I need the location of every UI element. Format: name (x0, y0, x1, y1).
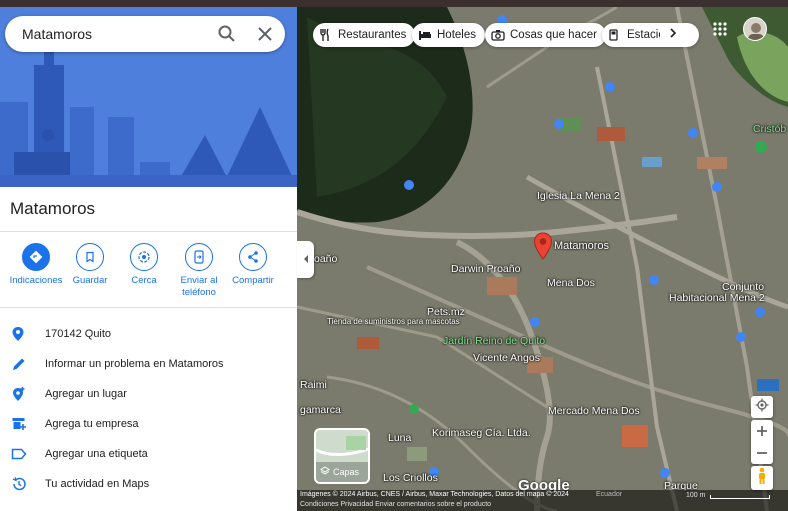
add-place-row[interactable]: Agregar un lugar (0, 379, 297, 409)
history-icon (0, 475, 40, 493)
collapse-panel-button[interactable] (297, 241, 314, 278)
label-icon (0, 445, 40, 463)
search-query[interactable]: Matamoros (22, 26, 92, 42)
gas-station-icon (608, 28, 622, 42)
pencil-icon (0, 355, 40, 373)
layers-label-wrap: Capas (320, 466, 359, 478)
chip-restaurants[interactable]: Restaurantes (313, 23, 416, 47)
place-side-panel: Matamoros Matamoros Indicaciones Guardar (0, 7, 297, 511)
street-view-pegman[interactable] (751, 466, 773, 490)
add-label-text: Agregar una etiqueta (45, 448, 148, 460)
map-label-gamarca: gamarca (300, 404, 341, 416)
my-location-button[interactable] (751, 396, 773, 418)
map-label-cristobal: Cristób (753, 123, 787, 135)
map-label-conjunto: Conjunto (722, 281, 765, 293)
map-country: Ecuador (596, 491, 623, 498)
camera-icon (491, 28, 505, 42)
map-label-vicente: Vicente Angos (473, 352, 540, 364)
chip-restaurants-label: Restaurantes (338, 29, 407, 41)
chevron-right-icon (669, 26, 677, 44)
directions-button[interactable]: Indicaciones (6, 243, 66, 287)
avatar[interactable] (743, 17, 767, 41)
zoom-in-button[interactable] (756, 420, 768, 442)
maps-activity-row[interactable]: Tu actividad en Maps (0, 469, 297, 499)
chip-things-to-do[interactable]: Cosas que hacer (485, 23, 606, 47)
map-label-oano: oaño (314, 253, 338, 265)
place-title: Matamoros (10, 199, 96, 218)
layers-toggle[interactable]: Capas (314, 428, 370, 484)
save-label: Guardar (72, 275, 108, 286)
chip-hotels[interactable]: Hoteles (412, 23, 485, 47)
directions-icon (22, 243, 50, 271)
hotel-icon (418, 28, 432, 42)
map-attribution: Imágenes © 2024 Airbus, CNES / Airbus, M… (300, 491, 569, 498)
send-to-phone-icon (185, 243, 213, 271)
address-row[interactable]: 170142 Quito (0, 319, 297, 349)
close-icon[interactable] (255, 24, 275, 44)
search-icon[interactable] (217, 24, 237, 44)
save-button[interactable]: Guardar (60, 243, 120, 287)
map-footer: Imágenes © 2024 Airbus, CNES / Airbus, M… (297, 490, 788, 511)
chevron-left-icon (303, 251, 309, 269)
map-label-raimi: Raimi (300, 379, 327, 391)
map-label-mena-dos: Mena Dos (547, 277, 595, 289)
place-hero-illustration: Matamoros (0, 7, 297, 187)
add-place-text: Agregar un lugar (45, 388, 127, 400)
add-place-icon (0, 385, 40, 403)
nearby-icon (130, 243, 158, 271)
map-label-tienda: Tienda de suministros para mascotas (327, 317, 460, 326)
send-to-phone-label: Enviar al teléfono (180, 275, 218, 298)
map-label-criollos: Los Criollos (383, 472, 438, 484)
report-problem-row[interactable]: Informar un problema en Matamoros (0, 349, 297, 379)
share-label: Compartir (232, 275, 274, 286)
add-label-row[interactable]: Agregar una etiqueta (0, 439, 297, 469)
nearby-button[interactable]: Cerca (114, 243, 174, 287)
my-location-icon (755, 398, 769, 417)
place-info-list: 170142 Quito Informar un problema en Mat… (0, 319, 297, 499)
search-box[interactable]: Matamoros (5, 16, 285, 52)
pegman-icon (756, 467, 768, 490)
maps-activity-text: Tu actividad en Maps (45, 478, 150, 490)
place-actions: Indicaciones Guardar Cerca Enviar al tel… (0, 243, 297, 307)
map-label-darwin: Darwin Proaño (451, 263, 521, 275)
send-to-phone-button[interactable]: Enviar al teléfono (169, 243, 229, 299)
map-footer-links[interactable]: Condiciones Privacidad Enviar comentario… (300, 501, 491, 508)
address-text: 170142 Quito (45, 328, 112, 340)
map-scale-label[interactable]: 100 m (686, 492, 705, 499)
chip-things-to-do-label: Cosas que hacer (510, 29, 597, 41)
map-label-habitacional: Habitacional Mena 2 (669, 292, 765, 304)
add-business-row[interactable]: Agrega tu empresa (0, 409, 297, 439)
map-label-iglesia: Iglesia La Mena 2 (537, 190, 620, 202)
satellite-map[interactable]: Restaurantes Hoteles Cosas que hacer Est… (297, 7, 788, 511)
map-label-mercado: Mercado Mena Dos (548, 405, 640, 417)
chip-hotels-label: Hoteles (437, 29, 476, 41)
divider (0, 307, 297, 308)
map-label-jardin: Jardín Reino de Quito (443, 335, 546, 347)
chips-next-button[interactable] (660, 23, 686, 47)
bookmark-icon (76, 243, 104, 271)
zoom-out-button[interactable] (756, 442, 768, 464)
report-problem-text: Informar un problema en Matamoros (45, 358, 224, 370)
divider (0, 231, 297, 232)
selected-place-pin[interactable] (533, 232, 553, 265)
store-icon (0, 415, 40, 433)
layers-icon (320, 466, 330, 478)
nearby-label: Cerca (131, 275, 157, 286)
map-label-korimaseg: Korimaseg Cía. Ltda. (432, 427, 531, 439)
add-business-text: Agrega tu empresa (45, 418, 139, 430)
zoom-controls (751, 420, 773, 464)
layers-label: Capas (333, 467, 360, 477)
share-button[interactable]: Compartir (223, 243, 283, 287)
map-label-luna: Luna (388, 432, 412, 444)
window-top-strip (0, 0, 788, 7)
location-pin-icon (0, 325, 40, 343)
directions-label: Indicaciones (9, 275, 63, 286)
share-icon (239, 243, 267, 271)
map-label-matamoros: Matamoros (554, 240, 610, 252)
apps-grid-icon[interactable] (713, 22, 727, 41)
restaurant-icon (319, 28, 333, 42)
map-scale-bar (710, 495, 770, 499)
